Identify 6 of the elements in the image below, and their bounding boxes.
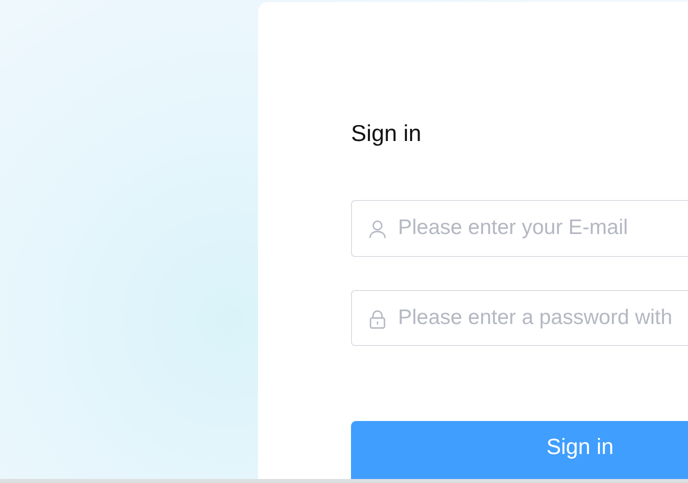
password-field[interactable]: Please enter a password with bbox=[351, 290, 688, 346]
user-icon bbox=[369, 220, 386, 239]
email-field[interactable]: Please enter your E-mail bbox=[351, 200, 688, 257]
sign-in-button[interactable]: Sign in bbox=[351, 421, 688, 479]
lock-icon bbox=[369, 310, 386, 329]
form-title: Sign in bbox=[351, 119, 422, 148]
